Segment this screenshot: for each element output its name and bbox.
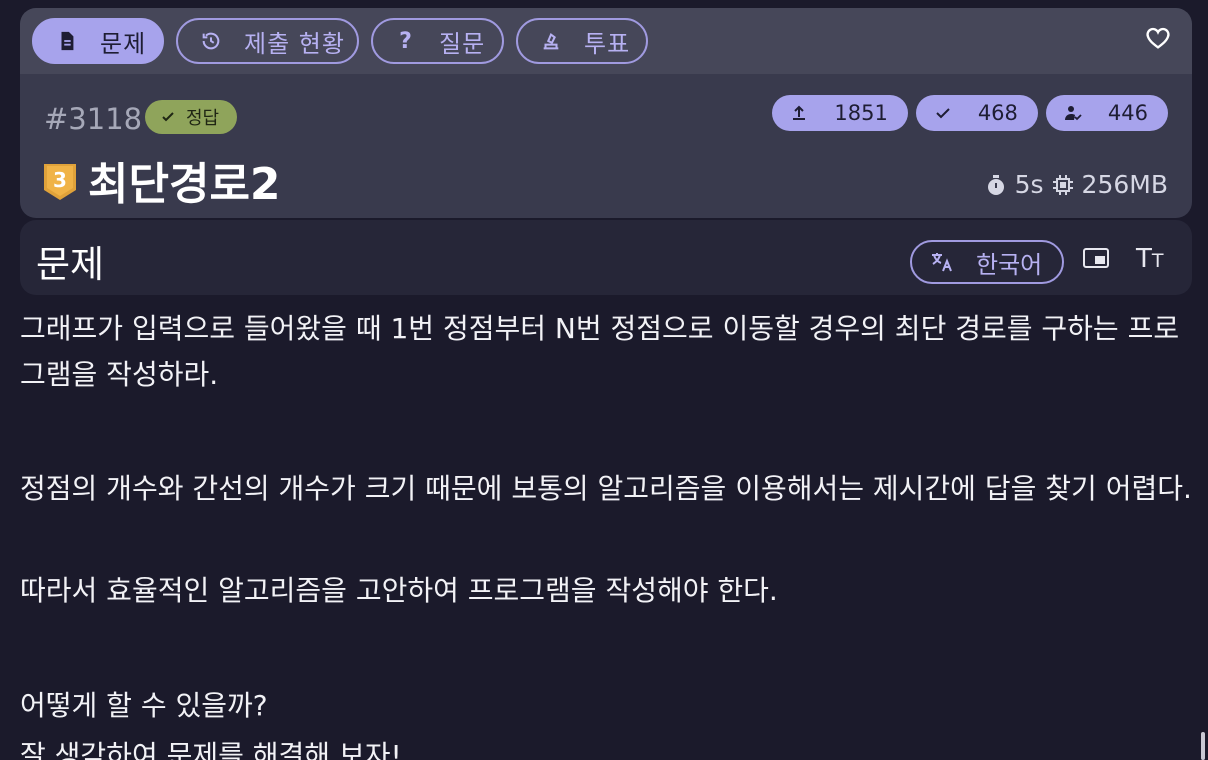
description-paragraph: 따라서 효율적인 알고리즘을 고안하여 프로그램을 작성해야 한다. [20,574,778,607]
level-badge-icon: 3 [44,164,76,200]
tab-label: 문제 [100,29,147,58]
problem-limits: 5s 256MB [985,170,1168,199]
font-size-icon[interactable]: TT [1136,244,1164,274]
document-icon [56,30,78,52]
accepted-count: 468 [977,101,1018,125]
description-paragraph: 정점의 개수와 간선의 개수가 크기 때문에 보통의 알고리즘을 이용해서는 제… [20,472,1192,505]
upload-icon [793,105,806,120]
tab-problem[interactable]: 문제 [32,18,164,64]
history-icon [200,30,222,52]
vote-icon [540,30,562,52]
stopwatch-icon [987,174,1004,195]
picture-in-picture-icon[interactable] [1082,246,1110,270]
translate-icon [932,253,952,272]
solvers-count: 446 [1107,101,1148,125]
question-icon: ? [399,28,413,54]
tab-submissions[interactable]: 제출 현황 [176,18,359,64]
solvers-stat: 446 [1045,95,1168,131]
tab-label: 제출 현황 [244,29,345,58]
level-number: 3 [53,168,67,192]
description-paragraph: 잘 생각하여 문제를 해결해 보자! [20,739,402,760]
user-check-icon [1064,106,1082,121]
heart-icon[interactable] [1144,24,1172,52]
tab-bar: 문제 제출 현황 ? 질문 투표 [20,8,1192,74]
memory-limit: 256MB [1081,170,1168,199]
tab-label: 질문 [439,29,486,58]
language-label: 한국어 [976,250,1043,279]
check-icon [936,108,950,119]
time-limit: 5s [1014,170,1044,199]
section-title: 문제 [36,243,105,286]
problem-title: 최단경로2 [88,159,281,210]
check-icon [162,112,174,122]
scrollbar[interactable] [1201,732,1205,760]
tab-vote[interactable]: 투표 [516,18,648,64]
chip-icon [1052,174,1073,195]
problem-id: #3118 [44,102,143,136]
section-header: 문제 한국어 TT [20,220,1192,295]
problem-stats: 1851 468 446 [772,95,1168,131]
submissions-count: 1851 [834,101,888,125]
accepted-stat: 468 [915,95,1038,131]
description-paragraph: 그래프가 입력으로 들어왔을 때 1번 정점부터 N번 정점으로 이동할 경우의… [20,312,1180,391]
status-badge: 정답 [145,100,237,134]
description-paragraph: 어떻게 할 수 있을까? [20,689,268,722]
status-label: 정답 [186,108,220,129]
language-button[interactable]: 한국어 [910,240,1064,284]
tab-label: 투표 [584,29,631,58]
tab-questions[interactable]: ? 질문 [371,18,504,64]
problem-header: 문제 제출 현황 ? 질문 투표 #3118 정답 1851 468 446 3… [20,8,1192,218]
submissions-stat: 1851 [772,95,908,131]
